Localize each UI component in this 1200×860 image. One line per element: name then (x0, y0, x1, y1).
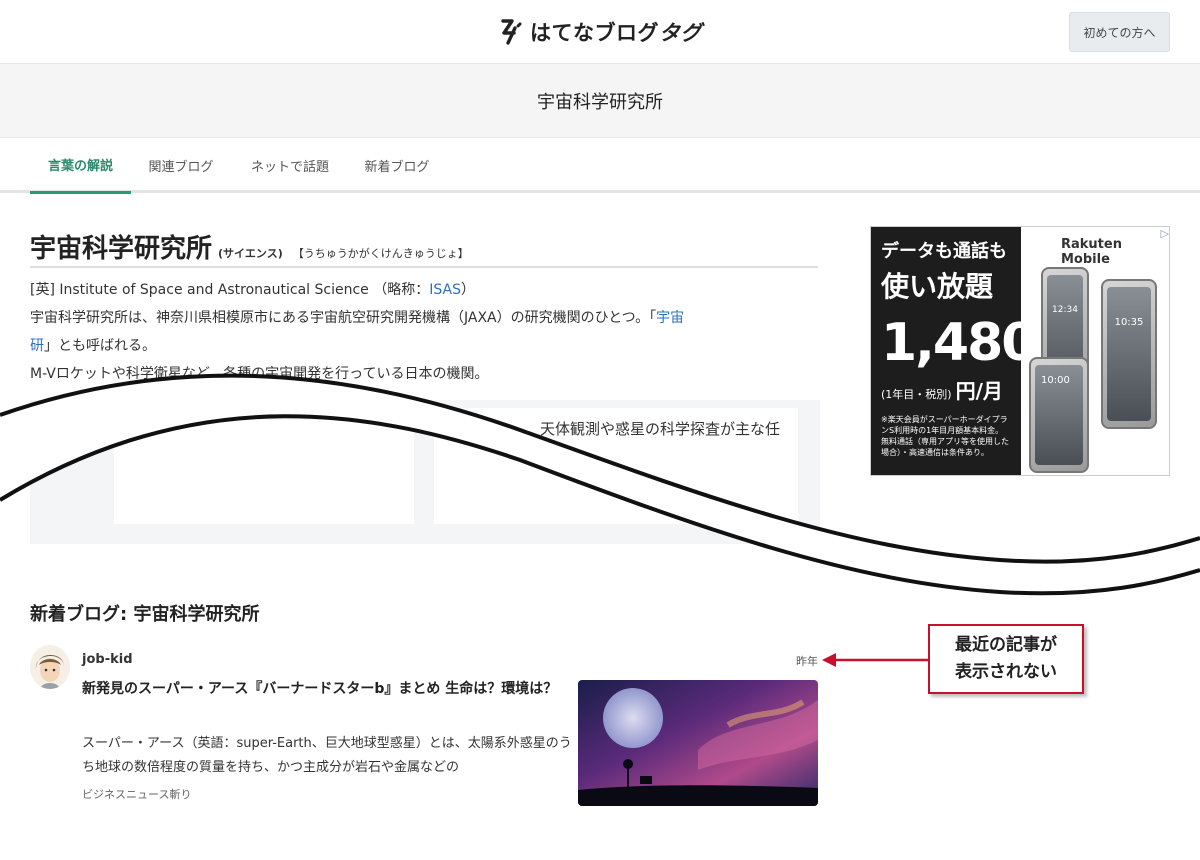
callout-line-2: 表示されない (955, 662, 1057, 682)
hatena-logo-icon (501, 19, 522, 45)
tab-net-topics[interactable]: ネットで話題 (240, 138, 340, 193)
tab-related-blogs[interactable]: 関連ブログ (138, 138, 224, 193)
new-blogs-heading: 新着ブログ: 宇宙科学研究所 (30, 604, 260, 625)
avatar-illustration (30, 645, 70, 689)
keyword-heading: 宇宙科学研究所 (サイエンス) 【うちゅうかがくけんきゅうじょ】 (30, 228, 469, 265)
keyword-title: 宇宙科学研究所 (30, 234, 213, 264)
page-title-bar: 宇宙科学研究所 (0, 64, 1200, 138)
keyword-line-1: [英] Institute of Space and Astronautical… (30, 282, 475, 298)
torn-page-wave (0, 373, 1200, 596)
hatena-blog-tag-logo[interactable]: はてなブログタグ (500, 17, 702, 47)
top-header: はてなブログタグ 初めての方へ (0, 0, 1200, 64)
tab-new-blogs[interactable]: 新着ブログ (354, 138, 440, 193)
author-avatar[interactable] (30, 645, 70, 689)
entry-date: 昨年 (796, 655, 818, 668)
keyword-reading: 【うちゅうかがくけんきゅうじょ】 (292, 247, 469, 260)
uchuken-link-b[interactable]: 研 (30, 338, 44, 354)
entry-summary: スーパー・アース（英語：super-Earth、巨大地球型惑星）とは、太陽系外惑… (82, 736, 572, 775)
logo-text: はてなブログタグ (530, 21, 702, 45)
isas-link[interactable]: ISAS (429, 282, 461, 298)
entry-blog-name[interactable]: ビジネスニュース斬り (82, 786, 191, 802)
keyword-category: (サイエンス) (218, 247, 283, 260)
space-landscape-image (578, 680, 818, 806)
tab-keyword-explanation[interactable]: 言葉の解説 (30, 138, 131, 194)
uchuken-link-a[interactable]: 宇宙 (656, 310, 684, 326)
first-time-button[interactable]: 初めての方へ (1069, 12, 1170, 52)
annotation-callout: 最近の記事が 表示されない (928, 624, 1084, 694)
callout-arrow-icon (822, 653, 928, 667)
keyword-line-3: 研」とも呼ばれる。 (30, 338, 156, 354)
tab-bar: 言葉の解説 関連ブログ ネットで話題 新着ブログ (0, 138, 1200, 194)
adchoices-icon[interactable]: ▷ (1161, 227, 1169, 240)
ad-headline-2: 使い放題 (881, 270, 994, 303)
page-title: 宇宙科学研究所 (537, 91, 663, 113)
entry-author[interactable]: job-kid (82, 652, 133, 667)
keyword-line-2: 宇宙科学研究所は、神奈川県相模原市にある宇宙航空研究開発機構（JAXA）の研究機… (30, 310, 685, 326)
callout-line-1: 最近の記事が (955, 635, 1057, 655)
keyword-divider (30, 266, 818, 268)
ad-brand: Rakuten Mobile (1061, 237, 1122, 267)
entry-thumbnail[interactable] (578, 680, 818, 806)
ad-headline-1: データも通話も (881, 241, 1007, 262)
entry-title[interactable]: 新発見のスーパー・アース『バーナードスターb』まとめ 生命は？環境は？ (82, 678, 572, 700)
